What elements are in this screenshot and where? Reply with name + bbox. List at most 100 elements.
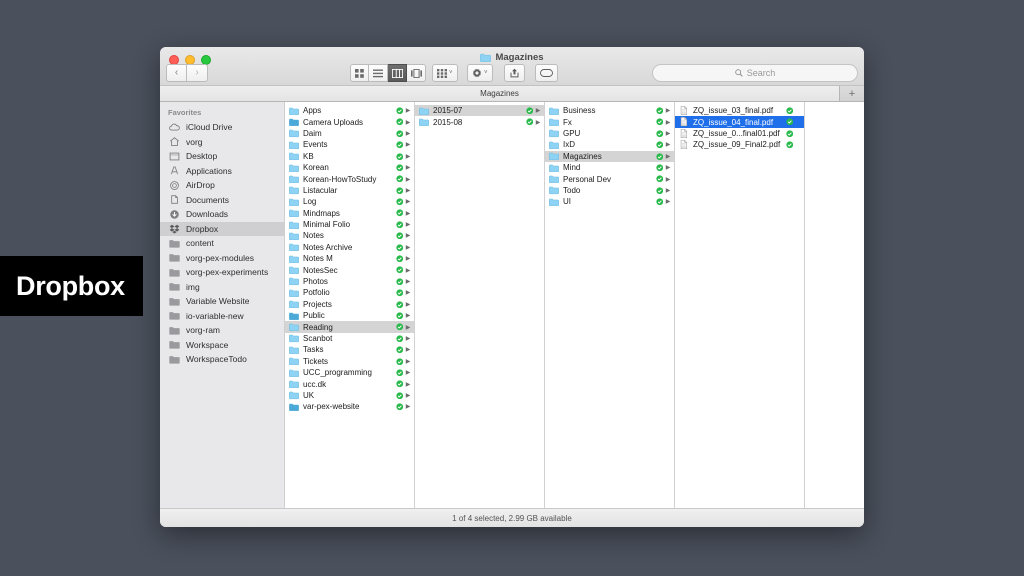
list-item[interactable]: ZQ_issue_09_Final2.pdf xyxy=(675,139,804,150)
list-item[interactable]: KB ▶ xyxy=(285,151,414,162)
column-4: ZQ_issue_03_final.pdf ZQ_issue_04_final.p… xyxy=(675,102,805,508)
list-item[interactable]: Magazines ▶ xyxy=(545,150,674,162)
search-field[interactable]: Search xyxy=(652,64,858,82)
list-item[interactable]: UI ▶ xyxy=(545,196,674,207)
sidebar-item-documents[interactable]: Documents xyxy=(160,193,284,208)
sidebar-item-dropbox[interactable]: Dropbox xyxy=(160,221,284,236)
forward-button[interactable]: › xyxy=(187,64,208,82)
list-item[interactable]: Todo ▶ xyxy=(545,185,674,196)
column-view-button[interactable] xyxy=(388,64,407,82)
folder-icon xyxy=(169,354,180,365)
list-item[interactable]: Photos ▶ xyxy=(285,276,414,287)
folder-icon xyxy=(289,198,299,206)
window-body: Favorites iCloud Drive vorg Desktop Applica… xyxy=(160,102,864,508)
sidebar-item-content[interactable]: content xyxy=(160,236,284,251)
back-button[interactable]: ‹ xyxy=(166,64,187,82)
list-item[interactable]: Events ▶ xyxy=(285,139,414,150)
sidebar-item-icloud-drive[interactable]: iCloud Drive xyxy=(160,120,284,135)
list-item[interactable]: 2015-07 ▶ xyxy=(415,105,544,117)
list-item[interactable]: Fx ▶ xyxy=(545,116,674,127)
arrange-button[interactable]: ˅ xyxy=(432,64,458,82)
folder-icon xyxy=(549,118,559,127)
list-item[interactable]: ZQ_issue_04_final.pdf xyxy=(675,116,804,128)
sync-status-badge xyxy=(395,335,404,343)
sync-complete-icon xyxy=(396,164,403,172)
sidebar-item-vorg[interactable]: vorg xyxy=(160,135,284,150)
sidebar-item-img[interactable]: img xyxy=(160,280,284,295)
folder-icon xyxy=(480,53,492,62)
list-item[interactable]: Tickets ▶ xyxy=(285,356,414,367)
tab-magazines[interactable]: Magazines xyxy=(160,86,840,101)
list-item[interactable]: Reading ▶ xyxy=(285,321,414,333)
disclosure-arrow-icon: ▶ xyxy=(405,336,411,342)
list-item[interactable]: ZQ_issue_03_final.pdf xyxy=(675,105,804,116)
navigation-buttons: ‹ › xyxy=(166,64,208,82)
list-item[interactable]: Camera Uploads ▶ xyxy=(285,116,414,127)
folder-icon xyxy=(549,164,559,172)
disclosure-arrow-icon: ▶ xyxy=(405,267,411,274)
home-icon xyxy=(169,137,180,147)
action-button[interactable]: ˅ xyxy=(467,64,493,82)
list-item[interactable]: Public ▶ xyxy=(285,310,414,321)
tag-button[interactable] xyxy=(535,64,558,82)
list-item[interactable]: var-pex-website ▶ xyxy=(285,401,414,412)
sidebar-item-vorg-ram[interactable]: vorg-ram xyxy=(160,323,284,338)
list-item[interactable]: Notes ▶ xyxy=(285,230,414,241)
gallery-view-button[interactable] xyxy=(407,64,426,82)
list-item[interactable]: Potfolio ▶ xyxy=(285,287,414,298)
list-item[interactable]: GPU ▶ xyxy=(545,128,674,139)
sync-complete-icon xyxy=(656,152,663,160)
icon-view-button[interactable] xyxy=(350,64,369,82)
list-item[interactable]: Projects ▶ xyxy=(285,299,414,310)
list-item[interactable]: Listacular ▶ xyxy=(285,185,414,196)
sidebar-item-airdrop[interactable]: AirDrop xyxy=(160,178,284,193)
list-item[interactable]: Daim ▶ xyxy=(285,128,414,139)
list-item[interactable]: Mindmaps ▶ xyxy=(285,208,414,219)
list-item[interactable]: Scanbot ▶ xyxy=(285,333,414,344)
sync-complete-icon xyxy=(656,198,663,206)
folder-special-icon xyxy=(289,118,299,127)
list-item[interactable]: Log ▶ xyxy=(285,196,414,207)
sync-status-badge xyxy=(655,118,664,126)
list-item[interactable]: ZQ_issue_0...final01.pdf xyxy=(675,128,804,139)
list-item[interactable]: 2015-08 ▶ xyxy=(415,116,544,127)
sidebar-item-vorg-pex-modules[interactable]: vorg-pex-modules xyxy=(160,251,284,266)
sidebar-item-label: img xyxy=(186,281,200,292)
column-3: Business ▶ Fx ▶ GPU ▶ IxD ▶ Magazines ▶ Mind ▶ Perso… xyxy=(545,102,675,508)
list-item[interactable]: ucc.dk ▶ xyxy=(285,378,414,389)
share-button[interactable] xyxy=(504,64,525,82)
sidebar-item-workspacetodo[interactable]: WorkspaceTodo xyxy=(160,352,284,367)
list-item[interactable]: UCC_programming ▶ xyxy=(285,367,414,378)
list-item[interactable]: Mind ▶ xyxy=(545,162,674,173)
list-item[interactable]: Business ▶ xyxy=(545,105,674,116)
sidebar-item-desktop[interactable]: Desktop xyxy=(160,149,284,164)
list-item-label: Events xyxy=(303,140,328,150)
list-item[interactable]: Apps ▶ xyxy=(285,105,414,116)
sidebar-item-workspace[interactable]: Workspace xyxy=(160,338,284,353)
list-item-label: Listacular xyxy=(303,185,338,195)
pdf-file-icon xyxy=(680,140,688,150)
list-item[interactable]: Korean-HowToStudy ▶ xyxy=(285,173,414,184)
sidebar-item-downloads[interactable]: Downloads xyxy=(160,207,284,222)
list-item[interactable]: Personal Dev ▶ xyxy=(545,173,674,184)
sidebar-item-io-variable-new[interactable]: io-variable-new xyxy=(160,309,284,324)
list-item[interactable]: Notes Archive ▶ xyxy=(285,242,414,253)
folder-icon xyxy=(169,268,180,277)
sidebar-item-variable-website[interactable]: Variable Website xyxy=(160,294,284,309)
list-item[interactable]: Minimal Folio ▶ xyxy=(285,219,414,230)
list-item-label: Potfolio xyxy=(303,288,330,298)
sidebar-item-vorg-pex-experiments[interactable]: vorg-pex-experiments xyxy=(160,265,284,280)
folder-icon xyxy=(289,357,299,366)
sync-complete-icon xyxy=(396,346,403,354)
sync-status-badge xyxy=(785,130,794,138)
list-item[interactable]: IxD ▶ xyxy=(545,139,674,150)
list-view-button[interactable] xyxy=(369,64,388,82)
list-item[interactable]: Korean ▶ xyxy=(285,162,414,173)
new-tab-button[interactable]: + xyxy=(840,86,864,101)
list-item[interactable]: NotesSec ▶ xyxy=(285,264,414,275)
list-item[interactable]: UK ▶ xyxy=(285,390,414,401)
list-item[interactable]: Tasks ▶ xyxy=(285,344,414,355)
sidebar-item-applications[interactable]: Applications xyxy=(160,164,284,179)
folder-icon xyxy=(289,232,299,240)
list-item[interactable]: Notes M ▶ xyxy=(285,253,414,264)
